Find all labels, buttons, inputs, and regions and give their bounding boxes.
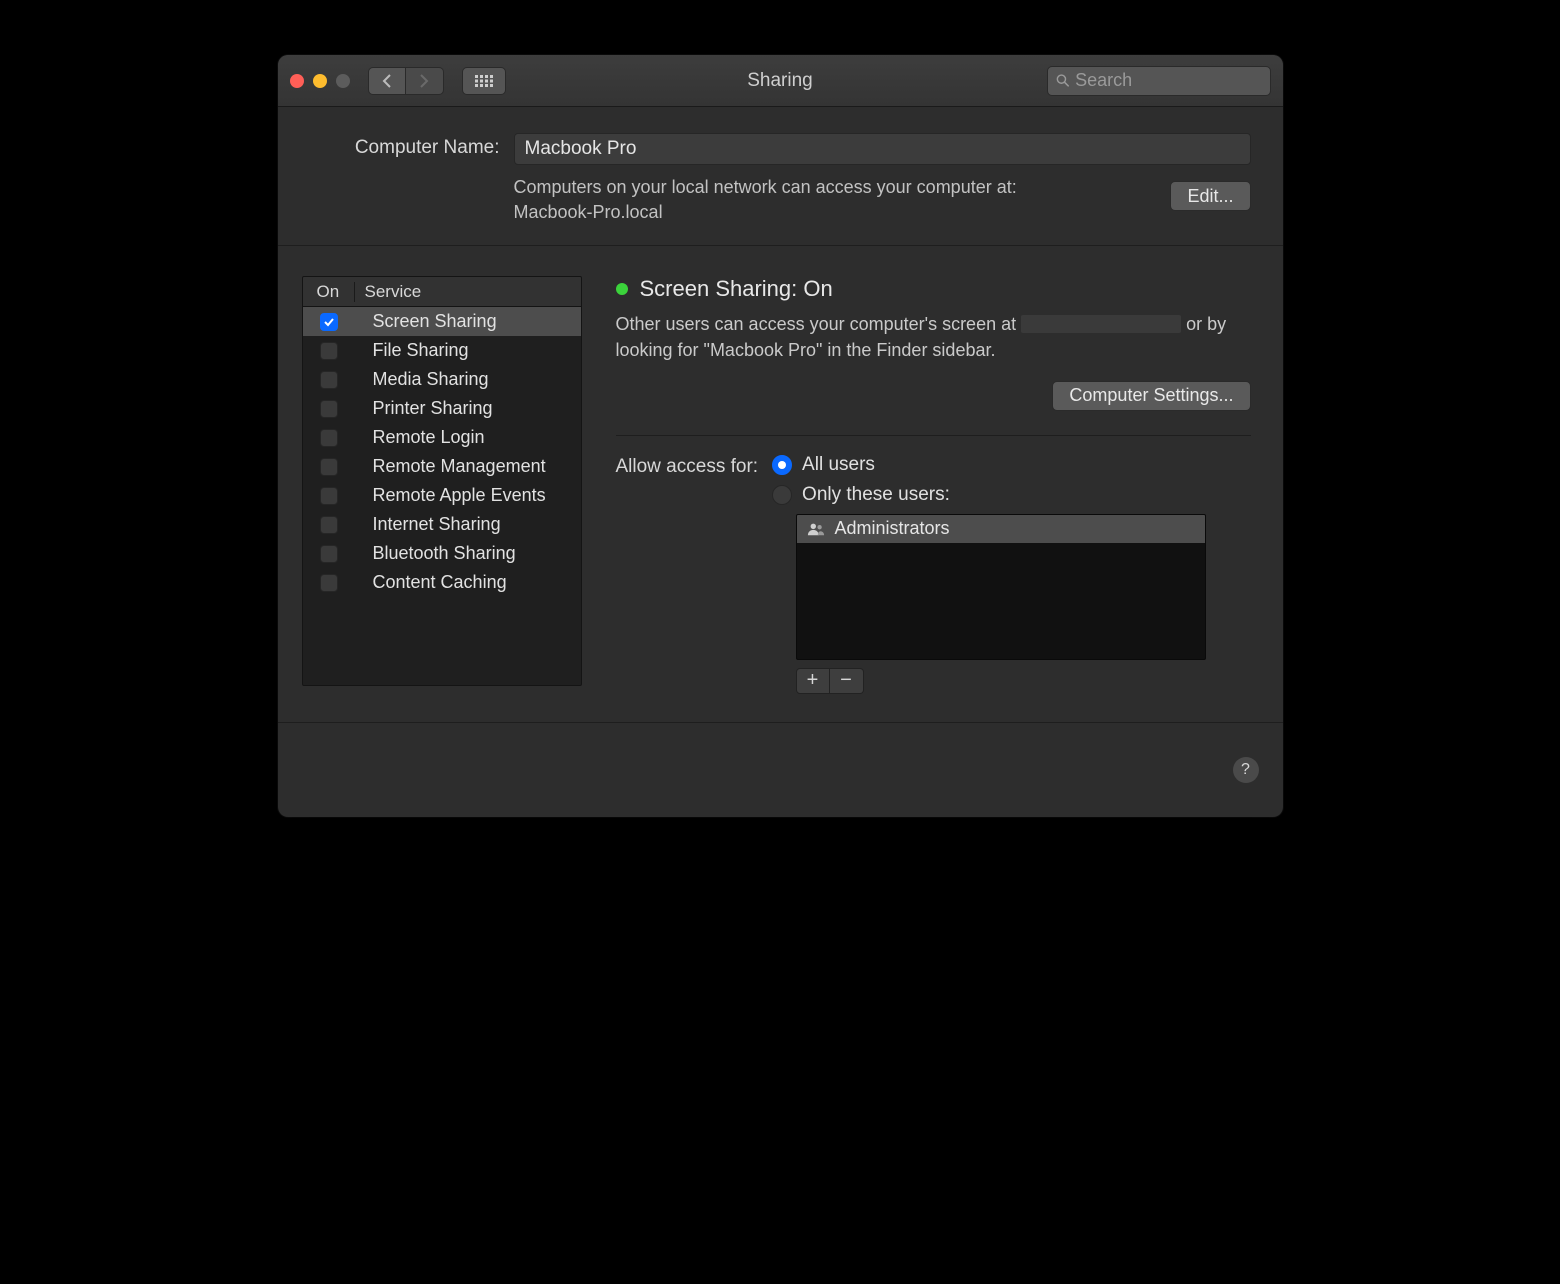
divider (616, 435, 1251, 436)
search-field[interactable] (1047, 66, 1271, 96)
grid-icon (475, 75, 493, 87)
service-checkbox[interactable] (320, 400, 338, 418)
service-label: Screen Sharing (355, 311, 497, 332)
service-row-media-sharing[interactable]: Media Sharing (303, 365, 581, 394)
column-on: On (303, 282, 355, 302)
service-row-remote-login[interactable]: Remote Login (303, 423, 581, 452)
service-detail: Screen Sharing: On Other users can acces… (616, 276, 1251, 693)
access-radio-group: All users Only these users: (772, 454, 950, 506)
search-input[interactable] (1075, 70, 1261, 91)
service-row-content-caching[interactable]: Content Caching (303, 568, 581, 597)
nav-buttons (368, 67, 444, 95)
chevron-right-icon (419, 74, 429, 88)
zoom-window-button[interactable] (336, 74, 350, 88)
user-row[interactable]: Administrators (797, 515, 1205, 543)
radio-only-label: Only these users: (802, 484, 950, 506)
service-row-remote-management[interactable]: Remote Management (303, 452, 581, 481)
services-header: On Service (303, 277, 581, 307)
minimize-window-button[interactable] (313, 74, 327, 88)
users-icon (807, 522, 825, 536)
chevron-left-icon (382, 74, 392, 88)
service-label: Remote Apple Events (355, 485, 546, 506)
user-list-wrap: Administrators + − (796, 514, 1251, 694)
status-indicator-icon (616, 283, 628, 295)
service-checkbox[interactable] (320, 342, 338, 360)
search-icon (1056, 73, 1070, 88)
desc-before: Other users can access your computer's s… (616, 314, 1022, 334)
radio-all-label: All users (802, 454, 875, 476)
computer-settings-button[interactable]: Computer Settings... (1052, 381, 1250, 411)
service-row-bluetooth-sharing[interactable]: Bluetooth Sharing (303, 539, 581, 568)
computer-name-section: Computer Name: Computers on your local n… (278, 107, 1283, 246)
service-checkbox[interactable] (320, 429, 338, 447)
user-list-buttons: + − (796, 668, 1251, 694)
user-name: Administrators (835, 518, 950, 539)
close-window-button[interactable] (290, 74, 304, 88)
service-checkbox[interactable] (320, 487, 338, 505)
service-checkbox[interactable] (320, 574, 338, 592)
service-checkbox[interactable] (320, 516, 338, 534)
radio-all-users[interactable]: All users (772, 454, 950, 476)
subtext-line2: Macbook-Pro.local (514, 202, 663, 222)
radio-button-all[interactable] (772, 455, 792, 475)
allow-access-label: Allow access for: (616, 454, 759, 478)
services-table: On Service Screen Sharing File Sharing Med… (302, 276, 582, 686)
service-label: File Sharing (355, 340, 469, 361)
titlebar: Sharing (278, 55, 1283, 107)
computer-name-subtext: Computers on your local network can acce… (514, 175, 1017, 225)
access-row: Allow access for: All users Only these u… (616, 454, 1251, 506)
radio-button-only[interactable] (772, 485, 792, 505)
status-title: Screen Sharing: On (640, 276, 833, 302)
service-checkbox[interactable] (320, 313, 338, 331)
main-section: On Service Screen Sharing File Sharing Med… (278, 246, 1283, 722)
service-row-remote-apple-events[interactable]: Remote Apple Events (303, 481, 581, 510)
service-checkbox[interactable] (320, 371, 338, 389)
help-button[interactable]: ? (1233, 757, 1259, 783)
subtext-line1: Computers on your local network can acce… (514, 177, 1017, 197)
column-service: Service (355, 282, 422, 302)
redacted-address (1021, 315, 1181, 333)
footer: ? (278, 723, 1283, 817)
service-checkbox[interactable] (320, 545, 338, 563)
service-label: Remote Login (355, 427, 485, 448)
service-description: Other users can access your computer's s… (616, 312, 1251, 362)
computer-name-label: Computer Name: (310, 133, 500, 159)
service-row-printer-sharing[interactable]: Printer Sharing (303, 394, 581, 423)
service-label: Bluetooth Sharing (355, 543, 516, 564)
service-row-internet-sharing[interactable]: Internet Sharing (303, 510, 581, 539)
service-label: Internet Sharing (355, 514, 501, 535)
edit-hostname-button[interactable]: Edit... (1170, 181, 1250, 211)
checkmark-icon (323, 316, 335, 328)
sharing-preferences-window: Sharing Computer Name: Computers on your… (278, 55, 1283, 817)
window-controls (290, 74, 350, 88)
service-label: Media Sharing (355, 369, 489, 390)
service-row-file-sharing[interactable]: File Sharing (303, 336, 581, 365)
service-label: Remote Management (355, 456, 546, 477)
service-status: Screen Sharing: On (616, 276, 1251, 302)
services-rows: Screen Sharing File Sharing Media Sharing P… (303, 307, 581, 685)
add-user-button[interactable]: + (796, 668, 830, 694)
show-all-button[interactable] (462, 67, 506, 95)
remove-user-button[interactable]: − (830, 668, 864, 694)
forward-button[interactable] (406, 67, 444, 95)
service-label: Content Caching (355, 572, 507, 593)
radio-only-these-users[interactable]: Only these users: (772, 484, 950, 506)
service-checkbox[interactable] (320, 458, 338, 476)
user-list[interactable]: Administrators (796, 514, 1206, 660)
computer-name-input[interactable] (514, 133, 1251, 165)
service-label: Printer Sharing (355, 398, 493, 419)
service-row-screen-sharing[interactable]: Screen Sharing (303, 307, 581, 336)
back-button[interactable] (368, 67, 406, 95)
